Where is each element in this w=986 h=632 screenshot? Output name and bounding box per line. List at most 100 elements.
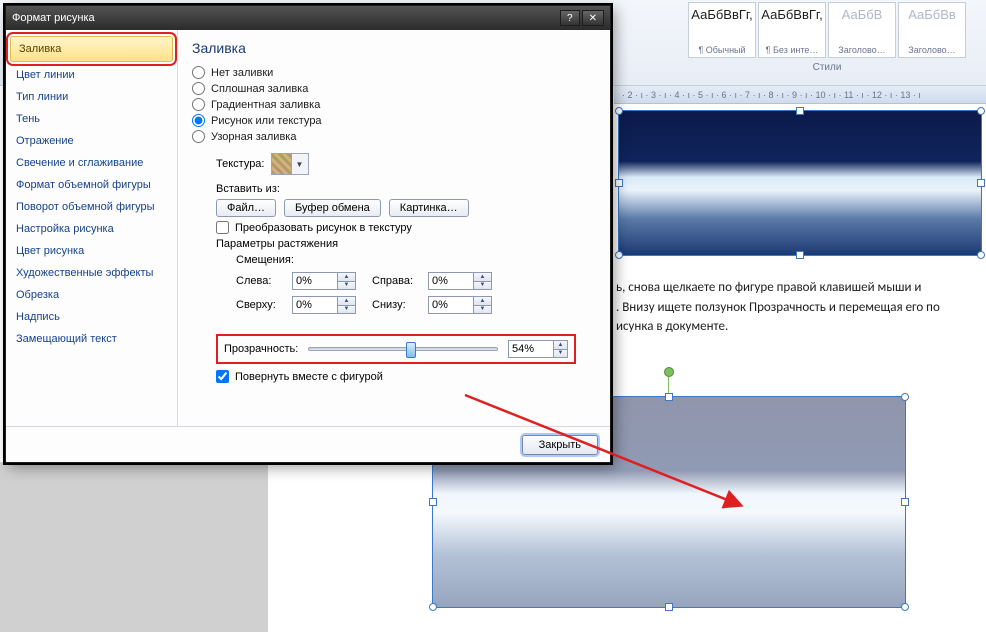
radio-gradient-input[interactable] [192, 98, 205, 111]
radio-solid-input[interactable] [192, 82, 205, 95]
stretch-header: Параметры растяжения [216, 238, 338, 250]
dialog-title: Формат рисунка [12, 12, 558, 24]
resize-handle[interactable] [615, 107, 623, 115]
rotate-handle[interactable] [664, 367, 674, 377]
radio-label: Градиентная заливка [211, 99, 320, 111]
resize-handle[interactable] [615, 179, 623, 187]
spin-up-icon[interactable]: ▲ [474, 273, 491, 282]
spin-down-icon[interactable]: ▼ [474, 282, 491, 290]
format-picture-dialog: Формат рисунка ? ✕ Заливка Цвет линии Ти… [5, 5, 611, 463]
resize-handle[interactable] [977, 107, 985, 115]
radio-pattern[interactable]: Узорная заливка [192, 130, 594, 143]
offset-top-spinner[interactable]: ▲▼ [292, 296, 356, 314]
resize-handle[interactable] [796, 107, 804, 115]
spin-down-icon[interactable]: ▼ [338, 306, 355, 314]
text-line: . Внизу ищете ползунок Прозрачность и пе… [616, 298, 940, 318]
spin-down-icon[interactable]: ▼ [554, 350, 567, 358]
rotate-with-shape-row[interactable]: Повернуть вместе с фигурой [216, 370, 594, 383]
styles-gallery: АаБбВвГг, ¶ Обычный АаБбВвГг, ¶ Без инте… [688, 2, 966, 58]
resize-handle[interactable] [977, 251, 985, 259]
sidebar-item-3drotation[interactable]: Поворот объемной фигуры [6, 196, 177, 218]
selected-image-top[interactable] [618, 110, 982, 256]
clipart-button[interactable]: Картинка… [389, 199, 469, 217]
sidebar-item-linestyle[interactable]: Тип линии [6, 86, 177, 108]
style-swatch-nospacing[interactable]: АаБбВвГг, ¶ Без инте… [758, 2, 826, 58]
resize-handle[interactable] [665, 603, 673, 611]
tile-checkbox-row[interactable]: Преобразовать рисунок в текстуру [216, 221, 594, 234]
style-sample: АаБбВвГг, [691, 7, 752, 22]
file-button[interactable]: Файл… [216, 199, 276, 217]
radio-picture-input[interactable] [192, 114, 205, 127]
radio-pattern-input[interactable] [192, 130, 205, 143]
offset-bottom-label: Снизу: [372, 299, 428, 311]
spin-up-icon[interactable]: ▲ [474, 297, 491, 306]
texture-dropdown[interactable]: ▼ [271, 153, 309, 175]
resize-handle[interactable] [429, 498, 437, 506]
spin-down-icon[interactable]: ▼ [474, 306, 491, 314]
slider-thumb[interactable] [406, 342, 416, 358]
resize-handle[interactable] [796, 251, 804, 259]
transparency-input[interactable] [509, 341, 553, 357]
sidebar-item-artistic[interactable]: Художественные эффекты [6, 262, 177, 284]
resize-handle[interactable] [977, 179, 985, 187]
style-swatch-heading2[interactable]: АаБбВв Заголово… [898, 2, 966, 58]
sidebar-item-linecolor[interactable]: Цвет линии [6, 64, 177, 86]
sidebar-item-alttext[interactable]: Замещающий текст [6, 328, 177, 350]
spin-up-icon[interactable]: ▲ [338, 273, 355, 282]
sidebar-item-shadow[interactable]: Тень [6, 108, 177, 130]
sidebar-item-glow[interactable]: Свечение и сглаживание [6, 152, 177, 174]
tile-checkbox[interactable] [216, 221, 229, 234]
resize-handle[interactable] [901, 393, 909, 401]
resize-handle[interactable] [901, 603, 909, 611]
horizontal-ruler[interactable]: · 2 · ı · 3 · ı · 4 · ı · 5 · ı · 6 · ı … [614, 86, 986, 104]
radio-nofill-input[interactable] [192, 66, 205, 79]
style-label: Заголово… [838, 45, 885, 55]
radio-label: Сплошная заливка [211, 83, 308, 95]
offset-left-input[interactable] [293, 273, 337, 289]
rotate-label: Повернуть вместе с фигурой [235, 371, 383, 383]
radio-gradient[interactable]: Градиентная заливка [192, 98, 594, 111]
resize-handle[interactable] [615, 251, 623, 259]
chevron-down-icon: ▼ [292, 154, 308, 174]
radio-picture[interactable]: Рисунок или текстура [192, 114, 594, 127]
offsets-grid: Слева: ▲▼ Справа: ▲▼ Сверху: ▲▼ [236, 272, 594, 314]
offset-right-label: Справа: [372, 275, 428, 287]
rotate-checkbox[interactable] [216, 370, 229, 383]
sidebar-item-3dformat[interactable]: Формат объемной фигуры [6, 174, 177, 196]
spin-up-icon[interactable]: ▲ [554, 341, 567, 350]
clipboard-button[interactable]: Буфер обмена [284, 199, 381, 217]
picture-content [619, 111, 981, 255]
offset-left-spinner[interactable]: ▲▼ [292, 272, 356, 290]
close-dialog-button[interactable]: Закрыть [522, 435, 598, 455]
resize-handle[interactable] [665, 393, 673, 401]
sidebar-item-reflection[interactable]: Отражение [6, 130, 177, 152]
offset-top-input[interactable] [293, 297, 337, 313]
titlebar[interactable]: Формат рисунка ? ✕ [6, 6, 610, 30]
sidebar-item-textbox[interactable]: Надпись [6, 306, 177, 328]
transparency-slider[interactable] [308, 347, 498, 351]
style-swatch-heading1[interactable]: АаБбВ Заголово… [828, 2, 896, 58]
sidebar-item-crop[interactable]: Обрезка [6, 284, 177, 306]
spin-up-icon[interactable]: ▲ [338, 297, 355, 306]
document-text: ь, снова щелкаете по фигуре правой клави… [616, 278, 940, 337]
offset-right-spinner[interactable]: ▲▼ [428, 272, 492, 290]
sidebar-item-picturecolor[interactable]: Цвет рисунка [6, 240, 177, 262]
offset-bottom-input[interactable] [429, 297, 473, 313]
help-button[interactable]: ? [560, 10, 580, 26]
offset-top-label: Сверху: [236, 299, 292, 311]
transparency-spinner[interactable]: ▲▼ [508, 340, 568, 358]
offset-header: Смещения: [236, 254, 294, 266]
offset-bottom-spinner[interactable]: ▲▼ [428, 296, 492, 314]
resize-handle[interactable] [901, 498, 909, 506]
page-shadow [0, 462, 268, 632]
dialog-footer: Закрыть [6, 426, 610, 462]
sidebar-item-picturecorrect[interactable]: Настройка рисунка [6, 218, 177, 240]
resize-handle[interactable] [429, 603, 437, 611]
offset-right-input[interactable] [429, 273, 473, 289]
sidebar-item-fill[interactable]: Заливка [10, 36, 173, 62]
style-swatch-normal[interactable]: АаБбВвГг, ¶ Обычный [688, 2, 756, 58]
radio-nofill[interactable]: Нет заливки [192, 66, 594, 79]
close-button[interactable]: ✕ [582, 10, 604, 26]
radio-solid[interactable]: Сплошная заливка [192, 82, 594, 95]
spin-down-icon[interactable]: ▼ [338, 282, 355, 290]
